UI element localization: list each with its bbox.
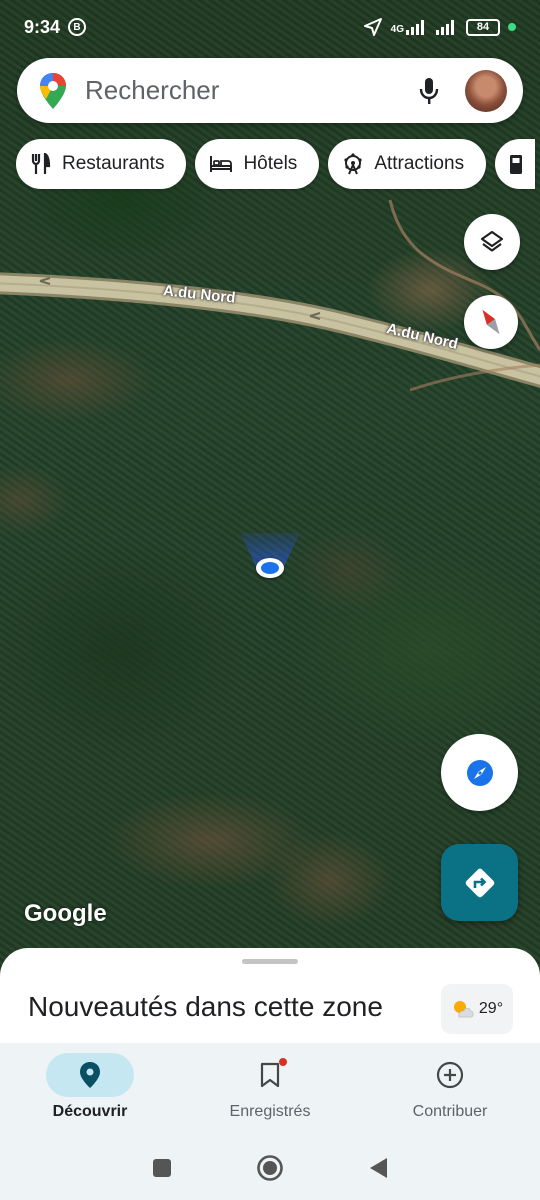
layers-icon xyxy=(480,230,504,252)
weather-temperature: 29° xyxy=(478,1000,504,1017)
nav-contribute[interactable]: Contribuer xyxy=(360,1043,540,1135)
b-notification-icon: B xyxy=(68,18,87,36)
directions-button[interactable] xyxy=(441,844,518,921)
back-triangle-icon[interactable] xyxy=(367,1156,389,1180)
google-logo: Google xyxy=(24,900,107,927)
category-chips: Restaurants Hôtels Attractions xyxy=(16,139,536,189)
mic-icon[interactable] xyxy=(419,77,439,105)
signal-icon-sim2 xyxy=(436,20,454,35)
bookmark-icon xyxy=(260,1062,280,1088)
gas-station-icon xyxy=(510,155,523,174)
chip-label: Hôtels xyxy=(243,153,298,174)
compass-explore-icon xyxy=(466,759,493,786)
status-time: 9:34 xyxy=(24,16,61,37)
layers-button[interactable] xyxy=(464,214,520,270)
chip-gas-stations[interactable] xyxy=(495,139,536,189)
battery-icon: 84 xyxy=(466,18,500,36)
nav-label: Contribuer xyxy=(412,1103,488,1120)
sheet-drag-handle[interactable] xyxy=(242,959,298,964)
signal-icon xyxy=(406,20,424,35)
sheet-title: Nouveautés dans cette zone xyxy=(28,991,383,1022)
compass-button[interactable] xyxy=(464,295,518,349)
directions-icon xyxy=(465,868,494,897)
google-maps-pin-icon xyxy=(40,72,66,109)
bed-icon xyxy=(210,156,233,172)
location-pin-icon xyxy=(80,1062,100,1088)
add-circle-icon xyxy=(436,1061,464,1089)
fork-knife-icon xyxy=(31,153,51,174)
search-input[interactable]: Rechercher xyxy=(85,75,419,106)
recents-square-icon[interactable] xyxy=(151,1157,173,1179)
chip-attractions[interactable]: Attractions xyxy=(328,139,487,189)
ferris-wheel-icon xyxy=(344,153,362,175)
system-navigation-bar xyxy=(0,1135,540,1200)
home-circle-icon[interactable] xyxy=(256,1154,284,1182)
compass-needle-icon xyxy=(482,309,500,335)
weather-chip[interactable]: 29° xyxy=(441,984,513,1034)
nav-label: Enregistrés xyxy=(229,1103,311,1120)
explore-bottom-sheet[interactable]: Nouveautés dans cette zone 29° xyxy=(0,948,540,1048)
chip-label: Attractions xyxy=(374,153,465,174)
chip-label: Restaurants xyxy=(62,153,165,174)
partly-sunny-icon xyxy=(453,1001,474,1018)
location-arrow-icon xyxy=(363,18,382,36)
chip-hotels[interactable]: Hôtels xyxy=(195,139,320,189)
avatar[interactable] xyxy=(465,69,507,112)
nav-saved[interactable]: Enregistrés xyxy=(180,1043,360,1135)
nav-label: Découvrir xyxy=(52,1103,128,1120)
network-type: 4G xyxy=(390,24,404,35)
recenter-button[interactable] xyxy=(441,734,518,811)
bottom-navigation: Découvrir Enregistrés Contribuer xyxy=(0,1043,540,1135)
chip-restaurants[interactable]: Restaurants xyxy=(16,139,187,189)
nav-discover[interactable]: Découvrir xyxy=(0,1043,180,1135)
status-bar: 9:34 B 4G 84 xyxy=(0,0,540,54)
notification-badge xyxy=(279,1058,287,1066)
current-location-icon[interactable] xyxy=(256,558,284,578)
search-bar[interactable]: Rechercher xyxy=(17,58,523,123)
privacy-indicator-icon xyxy=(508,23,516,31)
